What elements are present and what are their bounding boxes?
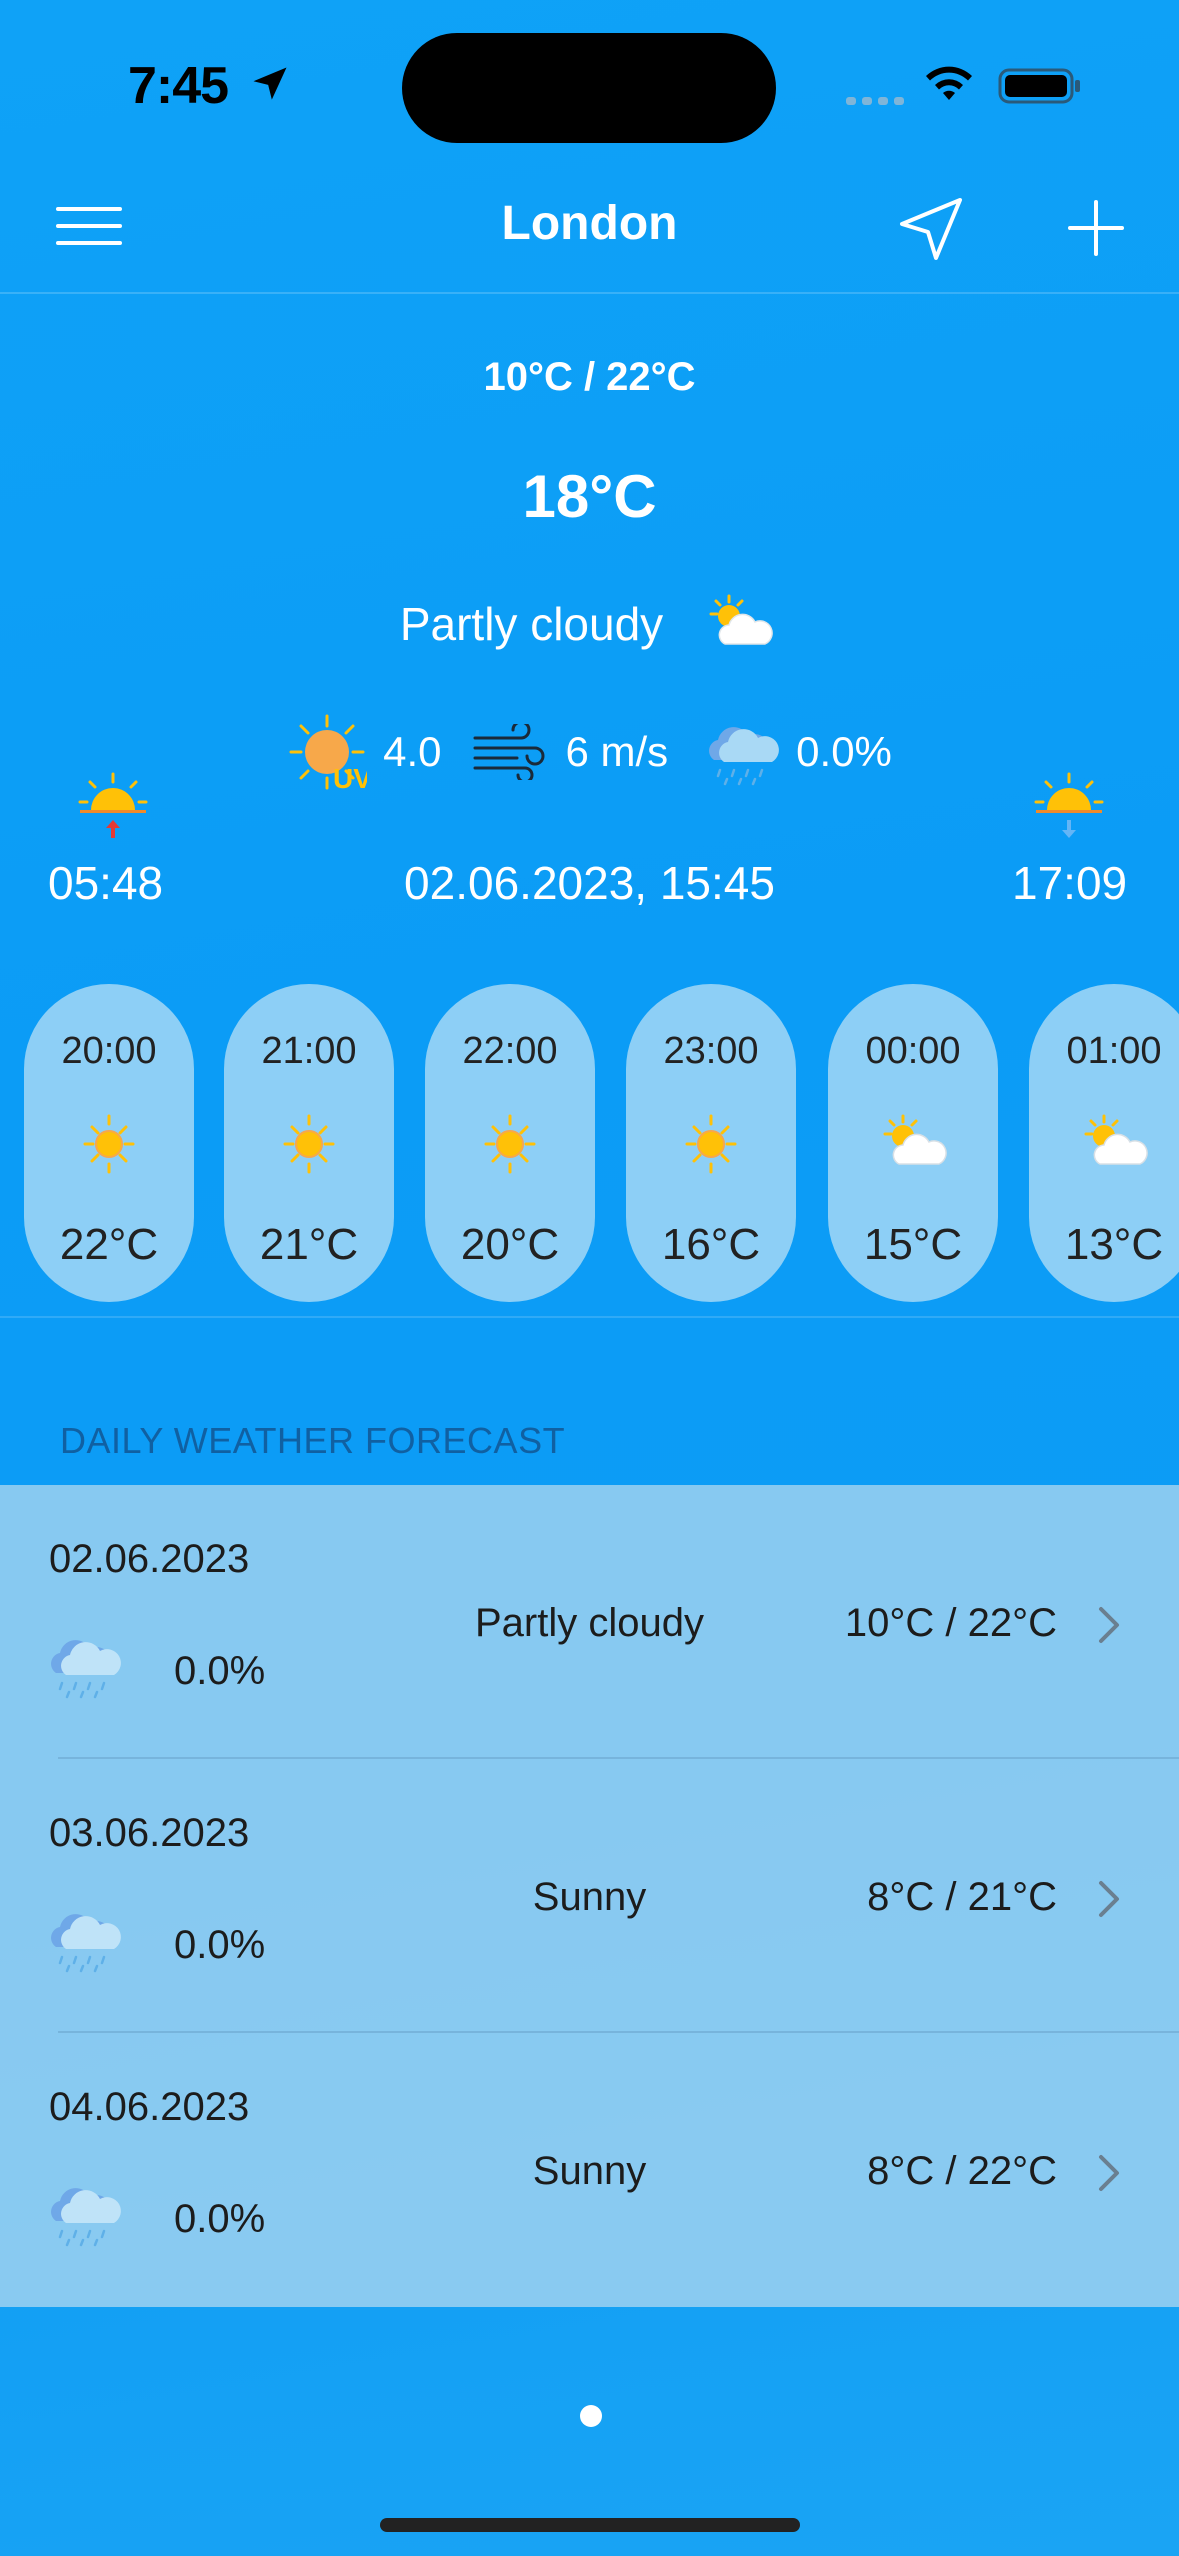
partly-cloudy-icon [1084,1114,1148,1165]
hour-temp: 21°C [259,1220,359,1269]
wind-icon [473,724,545,780]
hour-card[interactable]: 21:00 21°C [224,984,394,1302]
sunny-icon [83,1114,135,1174]
sunny-icon [484,1114,536,1174]
day-min-max: 10°C / 22°C [844,1601,1057,1645]
day-precipitation: 0.0% [174,1923,266,1967]
hour-temp: 22°C [59,1220,159,1269]
today-min-max: 10°C / 22°C [483,355,696,399]
day-precipitation: 0.0% [174,1649,266,1693]
chevron-right-icon [1099,2155,1119,2191]
precipitation-value: 0.0% [796,728,892,775]
hour-temp: 16°C [661,1220,761,1269]
hour-card[interactable]: 22:00 20°C [425,984,595,1302]
day-min-max: 8°C / 22°C [867,2149,1057,2193]
current-datetime: 02.06.2023, 15:45 [404,857,775,909]
dynamic-island [402,33,776,143]
hourly-divider [0,1316,1179,1318]
hour-card[interactable]: 20:00 22°C [24,984,194,1302]
partly-cloudy-icon [883,1114,947,1165]
uv-index: UV 4.0 [287,712,441,792]
day-date: 03.06.2023 [49,1811,250,1855]
sunset-time: 17:09 [1012,857,1128,909]
uv-value: 4.0 [383,728,442,775]
cellular-signal-icon [846,97,904,105]
hour-time: 20:00 [61,1030,157,1072]
current-stats-row: UV 4.0 6 m/s 0.0% [0,712,1179,792]
hour-time: 21:00 [261,1030,357,1072]
page-indicator-dot[interactable] [580,2405,602,2427]
chevron-right-icon [1099,1881,1119,1917]
hour-card[interactable]: 00:00 15°C [828,984,998,1302]
hour-time: 01:00 [1066,1030,1162,1072]
hour-card[interactable]: 23:00 16°C [626,984,796,1302]
hour-card[interactable]: 01:00 13°C [1029,984,1179,1302]
nav-divider [0,292,1179,294]
wind-value: 6 m/s [565,728,669,775]
battery-icon [998,68,1080,104]
daily-forecast-header: DAILY WEATHER FORECAST [60,1420,566,1461]
current-condition: Partly cloudy [399,598,664,650]
location-arrow-icon [253,67,287,100]
day-precipitation: 0.0% [174,2197,266,2241]
current-condition-row: Partly cloudy [0,592,1179,656]
wifi-icon [926,66,972,100]
sunny-icon [283,1114,335,1174]
hour-time: 00:00 [865,1030,961,1072]
hour-time: 23:00 [663,1030,759,1072]
daily-row[interactable]: 04.06.2023 0.0% Sunny 8°C / 22°C [0,2033,1179,2307]
add-city-button[interactable] [1066,198,1126,258]
wind: 6 m/s [473,724,668,780]
precipitation: 0.0% [700,718,892,786]
hour-temp: 20°C [460,1220,560,1269]
day-min-max: 8°C / 21°C [867,1875,1057,1919]
daily-row[interactable]: 03.06.2023 0.0% Sunny 8°C / 21°C [0,1759,1179,2033]
hourly-forecast-scroll[interactable]: 20:00 22°C 21:00 21°C 22:00 20°C 23:00 1… [0,984,1179,1304]
partly-cloudy-icon [709,594,773,645]
hour-temp: 15°C [863,1220,963,1269]
daily-forecast-list: 02.06.2023 0.0% Partly cloudy 10°C / 22°… [0,1485,1179,2307]
city-title: London [501,197,678,250]
day-date: 02.06.2023 [49,1537,250,1581]
hour-temp: 13°C [1064,1220,1164,1269]
rain-cloud-icon [709,727,780,786]
uv-badge: UV [333,763,367,792]
daily-row[interactable]: 02.06.2023 0.0% Partly cloudy 10°C / 22°… [0,1485,1179,1759]
location-button[interactable] [896,194,966,264]
sunrise-icon [78,772,148,838]
sunny-icon [685,1114,737,1174]
uv-sun-icon: UV [289,714,367,792]
chevron-right-icon [1099,1607,1119,1643]
home-indicator[interactable] [380,2518,800,2532]
current-temperature: 18°C [522,463,657,530]
hour-time: 22:00 [462,1030,558,1072]
day-date: 04.06.2023 [49,2085,250,2129]
sunset-icon [1034,772,1104,838]
status-time: 7:45 [128,57,229,115]
